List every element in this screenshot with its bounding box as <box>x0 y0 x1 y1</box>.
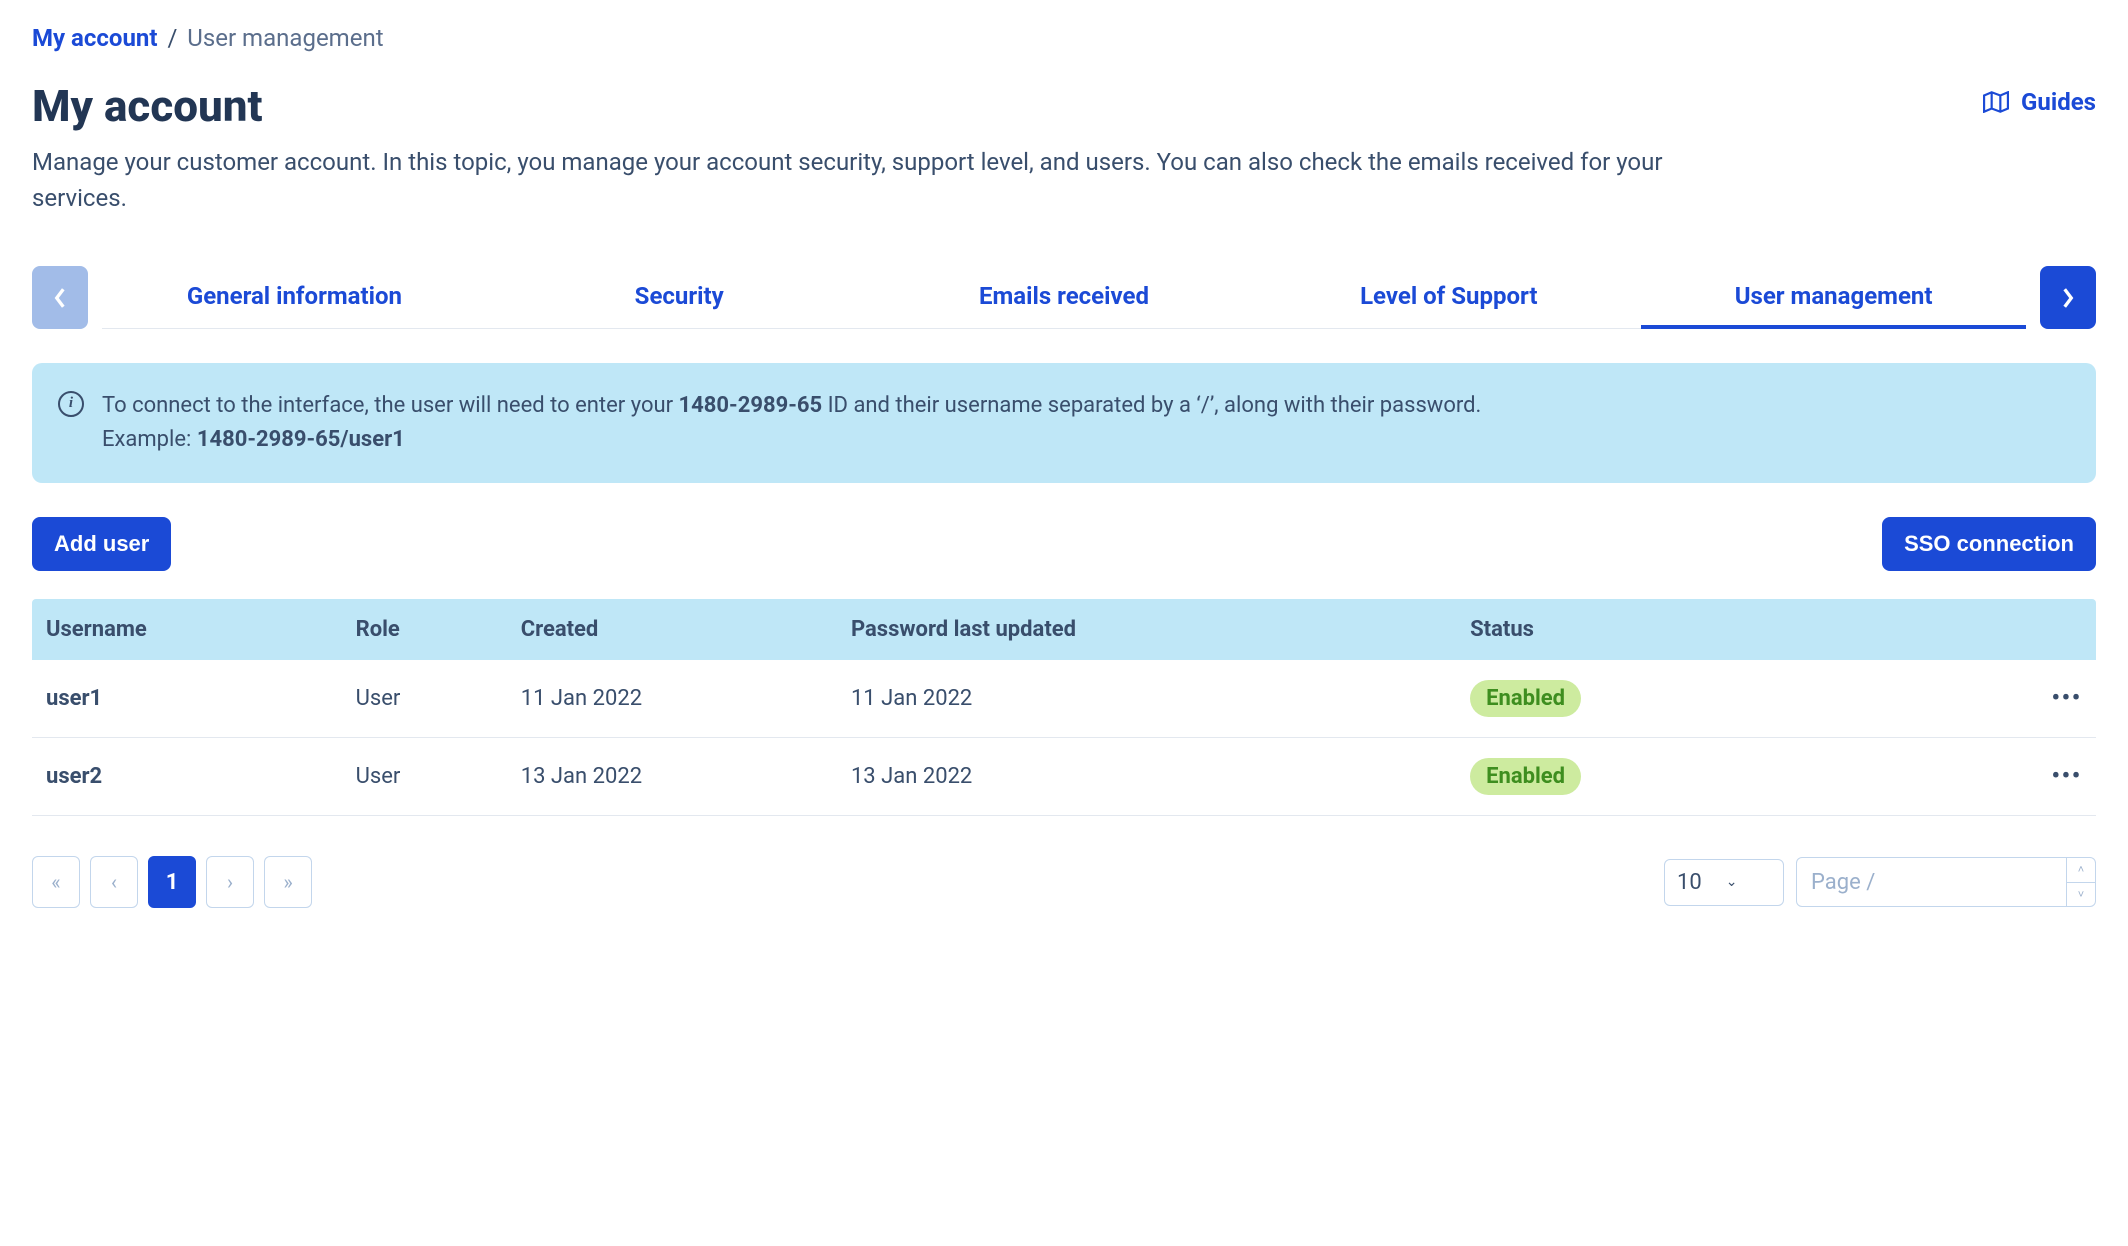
tab-emails-received[interactable]: Emails received <box>872 266 1257 328</box>
double-chevron-right-icon: » <box>283 870 292 894</box>
table-row: user1 User 11 Jan 2022 11 Jan 2022 Enabl… <box>32 660 2096 738</box>
pager-page-1-button[interactable]: 1 <box>148 856 196 908</box>
ellipsis-icon: ••• <box>2052 686 2082 711</box>
cell-username: user2 <box>32 738 342 816</box>
col-role: Role <box>342 599 507 660</box>
tab-security[interactable]: Security <box>487 266 872 328</box>
stepper-up-button[interactable]: ˄ <box>2067 858 2095 883</box>
info-icon: i <box>58 391 84 417</box>
cell-status: Enabled <box>1456 738 1869 816</box>
col-status: Status <box>1456 599 1869 660</box>
row-actions-button[interactable]: ••• <box>1869 738 2096 816</box>
cell-created: 13 Jan 2022 <box>507 738 837 816</box>
page-description: Manage your customer account. In this to… <box>32 144 1732 216</box>
guides-label: Guides <box>2021 88 2096 116</box>
map-icon <box>1983 91 2009 113</box>
info-text-middle: ID and their username separated by a ‘/’… <box>822 393 1481 418</box>
pager-first-button[interactable]: « <box>32 856 80 908</box>
col-created: Created <box>507 599 837 660</box>
page-number-input[interactable]: Page / ˄ ˅ <box>1796 857 2096 907</box>
caret-down-icon: ⌄ <box>1726 874 1738 890</box>
tabs-scroll-left-button[interactable] <box>32 266 88 329</box>
chevron-right-icon: › <box>227 870 233 894</box>
cell-status: Enabled <box>1456 660 1869 738</box>
col-password-last-updated: Password last updated <box>837 599 1456 660</box>
ellipsis-icon: ••• <box>2052 764 2082 789</box>
col-actions <box>1869 599 2096 660</box>
guides-link[interactable]: Guides <box>1983 88 2096 116</box>
caret-up-icon: ˄ <box>2078 863 2084 876</box>
breadcrumb-current: User management <box>187 24 383 52</box>
breadcrumb-root-link[interactable]: My account <box>32 24 157 52</box>
sso-connection-button[interactable]: SSO connection <box>1882 517 2096 571</box>
pager: « ‹ 1 › » <box>32 856 312 908</box>
row-actions-button[interactable]: ••• <box>1869 660 2096 738</box>
table-row: user2 User 13 Jan 2022 13 Jan 2022 Enabl… <box>32 738 2096 816</box>
add-user-button[interactable]: Add user <box>32 517 171 571</box>
page-size-select[interactable]: 10 ⌄ <box>1664 859 1784 906</box>
info-text-prefix: To connect to the interface, the user wi… <box>102 393 679 418</box>
breadcrumb-separator: / <box>167 24 177 52</box>
info-account-id: 1480-2989-65 <box>679 393 823 418</box>
pager-last-button[interactable]: » <box>264 856 312 908</box>
chevron-right-icon <box>2061 287 2075 309</box>
page-stepper: ˄ ˅ <box>2066 858 2095 906</box>
double-chevron-left-icon: « <box>51 870 60 894</box>
page-size-value: 10 <box>1677 870 1702 895</box>
tab-level-of-support[interactable]: Level of Support <box>1256 266 1641 328</box>
chevron-left-icon: ‹ <box>111 870 117 894</box>
tab-general-information[interactable]: General information <box>102 266 487 328</box>
pager-next-button[interactable]: › <box>206 856 254 908</box>
tab-user-management[interactable]: User management <box>1641 266 2026 328</box>
tabs: General information Security Emails rece… <box>102 266 2026 329</box>
stepper-down-button[interactable]: ˅ <box>2067 883 2095 907</box>
status-badge: Enabled <box>1470 680 1581 717</box>
pager-prev-button[interactable]: ‹ <box>90 856 138 908</box>
cell-role: User <box>342 738 507 816</box>
tabs-scroll-right-button[interactable] <box>2040 266 2096 329</box>
chevron-left-icon <box>53 287 67 309</box>
cell-password-last-updated: 11 Jan 2022 <box>837 660 1456 738</box>
info-example-label: Example: <box>102 427 197 452</box>
info-banner: i To connect to the interface, the user … <box>32 363 2096 483</box>
info-example-value: 1480-2989-65/user1 <box>197 427 405 452</box>
page-title: My account <box>32 80 263 132</box>
cell-role: User <box>342 660 507 738</box>
page-input-label: Page / <box>1811 870 2066 895</box>
status-badge: Enabled <box>1470 758 1581 795</box>
col-username: Username <box>32 599 342 660</box>
cell-password-last-updated: 13 Jan 2022 <box>837 738 1456 816</box>
caret-down-icon: ˅ <box>2078 888 2084 901</box>
users-table: Username Role Created Password last upda… <box>32 599 2096 816</box>
cell-username: user1 <box>32 660 342 738</box>
breadcrumb: My account / User management <box>32 24 2096 52</box>
cell-created: 11 Jan 2022 <box>507 660 837 738</box>
